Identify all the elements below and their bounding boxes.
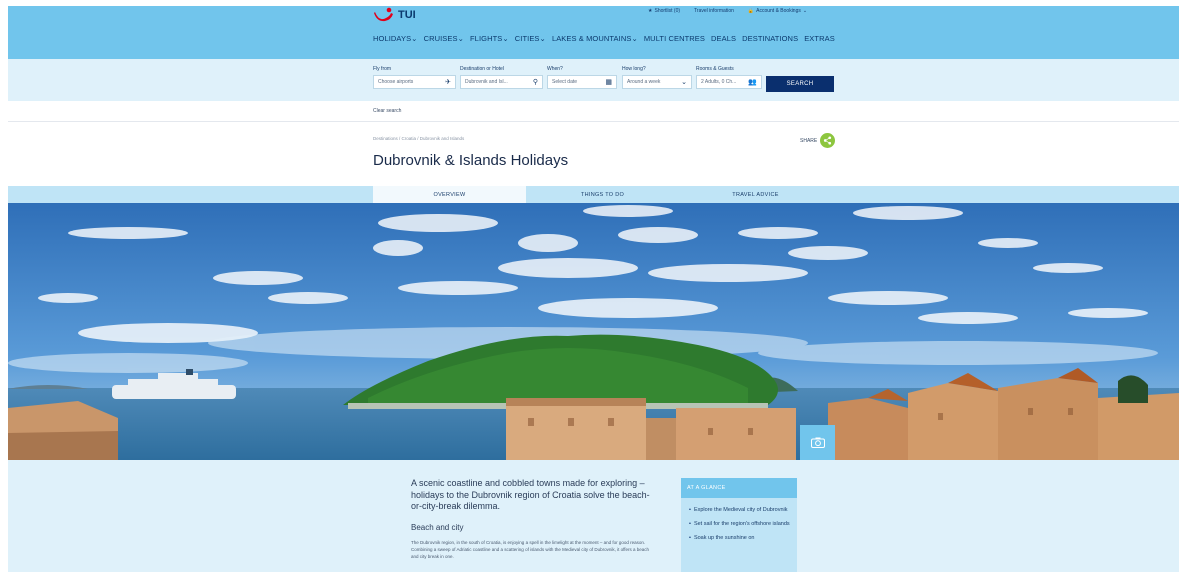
- chevron-down-icon: ⌄: [681, 79, 687, 86]
- rooms-field: Rooms & Guests 2 Adults, 0 Ch... 👥: [696, 66, 762, 89]
- glance-item: • Soak up the sunshine on: [689, 535, 755, 541]
- divider: [8, 121, 1179, 122]
- guests-icon: 👥: [748, 79, 757, 86]
- glance-item: • Set sail for the region's offshore isla…: [689, 521, 790, 527]
- logo-text: TUI: [398, 9, 416, 21]
- destination-field: Destination or Hotel Dubrovnik and Isl..…: [460, 66, 543, 89]
- tui-logo[interactable]: TUI: [373, 7, 416, 23]
- lock-icon: 🔒: [747, 8, 755, 14]
- shortlist-link[interactable]: ★ Shortlist (0): [648, 8, 680, 14]
- plane-icon: ✈: [445, 79, 451, 86]
- duration-select[interactable]: Around a week ⌄: [622, 75, 692, 89]
- travel-info-link[interactable]: Travel information: [694, 8, 734, 14]
- nav-extras[interactable]: EXTRAS: [804, 34, 835, 43]
- nav-multi-centres[interactable]: MULTI CENTRES: [644, 34, 705, 43]
- at-a-glance-panel: AT A GLANCE • Explore the Medieval city o…: [681, 478, 797, 572]
- tab-things-to-do[interactable]: THINGS TO DO: [526, 186, 679, 203]
- chevron-down-icon: ⌄: [802, 8, 808, 14]
- utility-links: ★ Shortlist (0) Travel information 🔒 Accou…: [648, 8, 807, 14]
- nav-lakes-mountains[interactable]: LAKES & MOUNTAINS⌄: [552, 34, 638, 43]
- page-title: Dubrovnik & Islands Holidays: [373, 152, 569, 169]
- nav-cities[interactable]: CITIES⌄: [515, 34, 546, 43]
- at-a-glance-heading: AT A GLANCE: [681, 478, 797, 498]
- share-icon[interactable]: [820, 133, 836, 148]
- tab-travel-advice[interactable]: TRAVEL ADVICE: [679, 186, 832, 203]
- clear-search-link[interactable]: Clear search: [373, 108, 401, 114]
- search-button[interactable]: SEARCH: [766, 76, 834, 92]
- camera-icon: [810, 437, 825, 448]
- hero-image: [8, 203, 1179, 460]
- star-icon: ★: [648, 8, 653, 14]
- fly-from-input[interactable]: Choose airports ✈: [373, 75, 456, 89]
- breadcrumb[interactable]: Destinations / Croatia / Dubrovnik and I…: [373, 136, 464, 141]
- glance-item: • Explore the Medieval city of Dubrovnik: [689, 507, 788, 513]
- location-pin-icon: ⚲: [532, 79, 538, 86]
- nav-flights[interactable]: FLIGHTS⌄: [470, 34, 509, 43]
- section-body: The Dubrovnik region, in the south of Cr…: [411, 540, 650, 559]
- dubrovnik-coast-illustration: [8, 203, 1179, 460]
- date-input[interactable]: Select date ▦: [547, 75, 617, 89]
- destination-input[interactable]: Dubrovnik and Isl... ⚲: [460, 75, 543, 89]
- site-header: [8, 6, 1179, 59]
- share-control[interactable]: SHARE: [800, 133, 836, 148]
- duration-field: How long? Around a week ⌄: [622, 66, 692, 89]
- nav-deals[interactable]: DEALS: [711, 34, 736, 43]
- photo-gallery-button[interactable]: [800, 425, 835, 460]
- section-heading: Beach and city: [411, 523, 464, 532]
- when-field: When? Select date ▦: [547, 66, 617, 89]
- intro-text: A scenic coastline and cobbled towns mad…: [411, 478, 650, 511]
- nav-holidays[interactable]: HOLIDAYS⌄: [373, 34, 418, 43]
- section-tabs: OVERVIEW THINGS TO DO TRAVEL ADVICE: [8, 186, 1179, 203]
- calendar-icon: ▦: [605, 79, 612, 86]
- fly-from-field: Fly from Choose airports ✈: [373, 66, 456, 89]
- tui-smile-icon: [374, 7, 393, 22]
- nav-cruises[interactable]: CRUISES⌄: [424, 34, 464, 43]
- page: TUI ★ Shortlist (0) Travel information 🔒 A…: [0, 0, 1179, 572]
- rooms-guests-input[interactable]: 2 Adults, 0 Ch... 👥: [696, 75, 762, 89]
- account-link[interactable]: 🔒 Account & Bookings ⌄: [748, 8, 807, 14]
- nav-destinations[interactable]: DESTINATIONS: [742, 34, 798, 43]
- main-nav: HOLIDAYS⌄ CRUISES⌄ FLIGHTS⌄ CITIES⌄ LAKE…: [373, 34, 835, 43]
- tab-overview[interactable]: OVERVIEW: [373, 186, 526, 203]
